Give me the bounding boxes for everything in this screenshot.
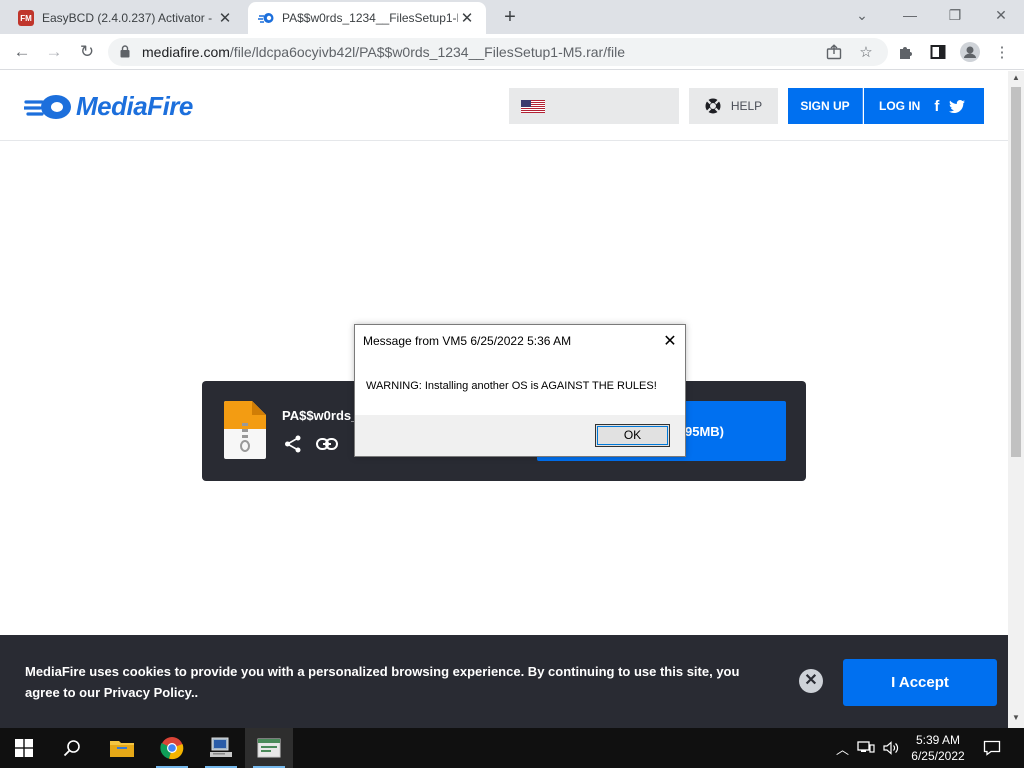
url-text: mediafire.com/file/ldcpa6ocyivb42l/PA$$w… (142, 44, 625, 60)
tab-title: EasyBCD (2.4.0.237) Activator - C (42, 11, 216, 25)
tab-mediafire[interactable]: PA$$w0rds_1234__FilesSetup1-M ✕ (248, 2, 486, 34)
mediafire-logo-icon (24, 94, 71, 119)
tab-easybcd[interactable]: FM EasyBCD (2.4.0.237) Activator - C ✕ (8, 2, 244, 34)
cookie-banner: MediaFire uses cookies to provide you wi… (0, 635, 1008, 728)
show-hidden-icons-chevron-icon[interactable]: ︿ (836, 739, 849, 758)
lock-icon[interactable] (120, 45, 130, 63)
tab-search-chevron-icon[interactable]: ⌄ (842, 4, 882, 26)
restore-button[interactable]: ❐ (935, 4, 975, 26)
dialog-body: WARNING: Installing another OS is AGAINS… (355, 357, 685, 415)
taskbar-message-window[interactable] (245, 728, 293, 768)
scroll-up-arrow-icon[interactable]: ▲ (1011, 73, 1021, 82)
scroll-down-arrow-icon[interactable]: ▼ (1011, 713, 1021, 722)
new-tab-button[interactable]: + (498, 4, 522, 30)
tab-close-icon[interactable]: ✕ (458, 9, 476, 27)
reload-icon[interactable]: ↻ (75, 40, 99, 64)
dialog-ok-button[interactable]: OK (595, 424, 670, 447)
network-icon[interactable] (857, 741, 875, 755)
search-button[interactable] (48, 728, 96, 768)
folder-icon (110, 741, 134, 757)
easybcd-icon: FM (18, 10, 34, 26)
windows-logo-icon (15, 739, 33, 757)
taskbar-remote-desktop[interactable] (197, 728, 245, 768)
cookie-message: MediaFire uses cookies to provide you wi… (25, 664, 740, 700)
chrome-icon (160, 737, 184, 760)
side-panel-icon[interactable] (926, 40, 950, 64)
window-app-icon (257, 738, 281, 758)
close-window-button[interactable]: ✕ (981, 4, 1021, 26)
help-label: HELP (730, 99, 763, 113)
copy-link-icon[interactable] (316, 437, 338, 451)
url-host: mediafire.com (142, 44, 230, 60)
tab-title: PA$$w0rds_1234__FilesSetup1-M (282, 11, 458, 25)
taskbar-chrome[interactable] (148, 728, 196, 768)
sign-up-button[interactable]: SIGN UP (788, 88, 863, 124)
dialog-titlebar[interactable]: Message from VM5 6/25/2022 5:36 AM ✕ (355, 325, 685, 357)
log-in-button[interactable]: LOG IN f (864, 88, 984, 124)
facebook-icon[interactable]: f (934, 98, 939, 115)
dialog-close-icon[interactable]: ✕ (657, 331, 683, 351)
browser-toolbar: ← → ↻ mediafire.com/file/ldcpa6ocyivb42l… (0, 34, 1024, 70)
share-icon[interactable] (284, 435, 302, 453)
dialog-message: WARNING: Installing another OS is AGAINS… (366, 380, 657, 392)
mediafire-logo[interactable]: MediaFire (24, 91, 193, 122)
profile-avatar-icon[interactable] (958, 40, 982, 64)
us-flag-icon (521, 100, 545, 113)
browser-tab-strip: FM EasyBCD (2.4.0.237) Activator - C ✕ P… (0, 0, 1024, 34)
minimize-button[interactable]: — (890, 4, 930, 26)
search-icon (63, 740, 80, 757)
zip-file-icon (224, 401, 266, 459)
log-in-label: LOG IN (879, 99, 921, 113)
taskbar-clock[interactable]: 5:39 AM 6/25/2022 (898, 732, 978, 764)
language-selector[interactable] (509, 88, 679, 124)
kebab-menu-icon[interactable]: ⋮ (990, 40, 1014, 64)
share-icon[interactable] (822, 40, 846, 64)
scrollbar-thumb[interactable] (1011, 87, 1021, 457)
mediafire-icon (258, 10, 274, 26)
url-path: /file/ldcpa6ocyivb42l/PA$$w0rds_1234__Fi… (229, 44, 625, 60)
tab-close-icon[interactable]: ✕ (216, 9, 234, 27)
system-tray: ︿ (836, 728, 901, 768)
message-dialog: Message from VM5 6/25/2022 5:36 AM ✕ WAR… (354, 324, 686, 457)
notification-icon (983, 740, 1001, 756)
action-center-button[interactable] (980, 728, 1004, 768)
help-button[interactable]: HELP (689, 88, 778, 124)
twitter-icon[interactable] (949, 99, 966, 113)
cookie-close-button[interactable]: ✕ (799, 669, 823, 693)
site-header: MediaFire HELP SIGN UP LOG IN f (0, 71, 1008, 141)
clock-date: 6/25/2022 (911, 749, 965, 763)
computer-icon (210, 737, 232, 757)
forward-arrow-icon[interactable]: → (42, 40, 66, 64)
address-bar[interactable]: mediafire.com/file/ldcpa6ocyivb42l/PA$$w… (108, 38, 888, 66)
clock-time: 5:39 AM (915, 733, 961, 747)
dialog-title: Message from VM5 6/25/2022 5:36 AM (363, 334, 572, 348)
start-button[interactable] (0, 728, 48, 768)
bookmark-star-icon[interactable]: ☆ (854, 40, 878, 64)
windows-taskbar: ︿ 5:39 AM 6/25/2022 (0, 728, 1024, 768)
logo-wordmark: MediaFire (76, 91, 193, 121)
download-size: .95MB) (681, 423, 724, 439)
lifebuoy-icon (705, 98, 721, 114)
extensions-puzzle-icon[interactable] (894, 40, 918, 64)
taskbar-file-explorer[interactable] (98, 728, 146, 768)
back-arrow-icon[interactable]: ← (10, 40, 34, 64)
cookie-accept-button[interactable]: I Accept (843, 659, 997, 706)
page-scrollbar[interactable]: ▲ ▼ (1008, 71, 1024, 728)
